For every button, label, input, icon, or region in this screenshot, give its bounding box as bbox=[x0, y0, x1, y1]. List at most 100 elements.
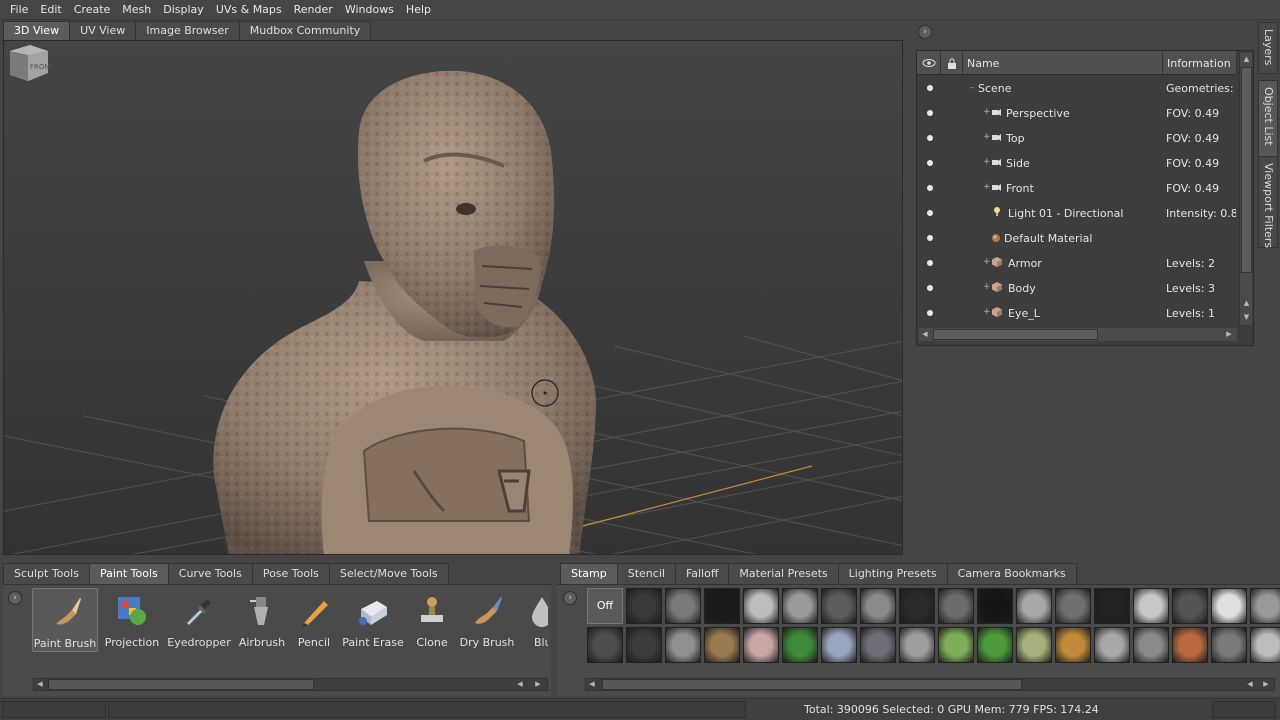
tab-material-presets[interactable]: Material Presets bbox=[728, 563, 839, 584]
stamp-tray-scrollbar[interactable]: ◀ ◀ ▶ bbox=[585, 678, 1275, 691]
scroll-down-arrow-icon[interactable]: ▼ bbox=[1240, 311, 1253, 323]
tool-dry-brush[interactable]: Dry Brush bbox=[454, 588, 520, 652]
scroll-right-arrow-icon[interactable]: ▶ bbox=[1223, 328, 1235, 341]
expand-icon[interactable]: + bbox=[983, 157, 991, 167]
stamp-swatch[interactable] bbox=[1094, 588, 1130, 624]
stamp-swatch[interactable] bbox=[860, 627, 896, 663]
stamp-swatch[interactable] bbox=[743, 588, 779, 624]
stamp-swatch[interactable] bbox=[626, 588, 662, 624]
menu-uvs-maps[interactable]: UVs & Maps bbox=[210, 0, 288, 20]
object-list-horizontal-scrollbar[interactable]: ◀ ▶ bbox=[919, 328, 1237, 341]
stamp-swatch[interactable] bbox=[1016, 627, 1052, 663]
stamp-swatch[interactable] bbox=[782, 588, 818, 624]
visibility-dot-icon[interactable] bbox=[927, 135, 933, 141]
tool-paint-brush[interactable]: Paint Brush bbox=[32, 588, 98, 652]
scrollbar-thumb[interactable] bbox=[602, 679, 1022, 690]
scroll-up-arrow-icon[interactable]: ▲ bbox=[1240, 297, 1253, 309]
list-item[interactable]: – Scene Geometries: 4 bbox=[917, 76, 1237, 101]
tool-projection[interactable]: Projection bbox=[99, 588, 165, 652]
list-item[interactable]: + Armor Levels: 2 bbox=[917, 251, 1237, 276]
stamp-swatch[interactable] bbox=[938, 588, 974, 624]
visibility-dot-icon[interactable] bbox=[927, 160, 933, 166]
tab-stamp[interactable]: Stamp bbox=[560, 563, 618, 584]
scrollbar-thumb[interactable] bbox=[933, 329, 1098, 340]
stamp-off-button[interactable]: Off bbox=[587, 588, 623, 624]
stamp-swatch[interactable] bbox=[1211, 627, 1247, 663]
tool-tray-scrollbar[interactable]: ◀ ◀ ▶ bbox=[33, 678, 548, 691]
menu-windows[interactable]: Windows bbox=[339, 0, 400, 20]
stamp-swatch[interactable] bbox=[1250, 627, 1280, 663]
stamp-swatch[interactable] bbox=[1211, 588, 1247, 624]
scroll-left-arrow-icon[interactable]: ◀ bbox=[34, 679, 46, 690]
stamp-swatch[interactable] bbox=[977, 627, 1013, 663]
tab-camera-bookmarks[interactable]: Camera Bookmarks bbox=[946, 563, 1077, 584]
stamp-swatch[interactable] bbox=[977, 588, 1013, 624]
list-item[interactable]: + Side FOV: 0.49 bbox=[917, 151, 1237, 176]
tab-image-browser[interactable]: Image Browser bbox=[135, 21, 240, 40]
list-item[interactable]: + Top FOV: 0.49 bbox=[917, 126, 1237, 151]
list-item[interactable]: + Body Levels: 3 bbox=[917, 276, 1237, 301]
tool-pencil[interactable]: Pencil bbox=[281, 588, 347, 652]
tab-viewport-filters[interactable]: Viewport Filters bbox=[1258, 156, 1278, 248]
menu-display[interactable]: Display bbox=[157, 0, 210, 20]
expand-icon[interactable]: + bbox=[983, 107, 991, 117]
stamp-swatch[interactable] bbox=[626, 627, 662, 663]
tool-blur[interactable]: Blu bbox=[518, 588, 548, 652]
scroll-up-arrow-icon[interactable]: ▲ bbox=[1240, 53, 1253, 65]
expand-icon[interactable]: + bbox=[983, 307, 991, 317]
visibility-dot-icon[interactable] bbox=[927, 185, 933, 191]
stamp-swatch[interactable] bbox=[1016, 588, 1052, 624]
stamp-swatch[interactable] bbox=[704, 627, 740, 663]
column-information-header[interactable]: Information bbox=[1163, 51, 1237, 75]
scroll-right-arrow-icon[interactable]: ▶ bbox=[1260, 679, 1272, 690]
stamp-swatch[interactable] bbox=[899, 627, 935, 663]
expand-icon[interactable]: + bbox=[983, 132, 991, 142]
visibility-dot-icon[interactable] bbox=[927, 260, 933, 266]
tray-options-button[interactable]: › bbox=[8, 591, 22, 605]
stamp-swatch[interactable] bbox=[743, 627, 779, 663]
object-list-vertical-scrollbar[interactable]: ▲ ▲ ▼ bbox=[1239, 53, 1252, 325]
stamp-swatch[interactable] bbox=[1055, 627, 1091, 663]
visibility-dot-icon[interactable] bbox=[927, 235, 933, 241]
menu-render[interactable]: Render bbox=[288, 0, 339, 20]
collapse-icon[interactable]: – bbox=[970, 83, 975, 93]
list-item[interactable]: + Perspective FOV: 0.49 bbox=[917, 101, 1237, 126]
scrollbar-thumb[interactable] bbox=[1241, 67, 1252, 273]
scroll-right-arrow-icon[interactable]: ▶ bbox=[532, 679, 544, 690]
stamp-swatch[interactable] bbox=[1133, 588, 1169, 624]
column-name-header[interactable]: Name bbox=[963, 51, 1163, 75]
tool-eyedropper[interactable]: Eyedropper bbox=[166, 588, 232, 652]
tab-select-move-tools[interactable]: Select/Move Tools bbox=[328, 563, 449, 584]
list-item[interactable]: Default Material bbox=[917, 226, 1237, 251]
stamp-swatch[interactable] bbox=[860, 588, 896, 624]
tab-stencil[interactable]: Stencil bbox=[616, 563, 676, 584]
menu-help[interactable]: Help bbox=[400, 0, 437, 20]
tab-paint-tools[interactable]: Paint Tools bbox=[88, 563, 169, 584]
stamp-swatch[interactable] bbox=[782, 627, 818, 663]
stamp-swatch[interactable] bbox=[665, 627, 701, 663]
menu-file[interactable]: File bbox=[4, 0, 34, 20]
visibility-dot-icon[interactable] bbox=[927, 310, 933, 316]
tab-pose-tools[interactable]: Pose Tools bbox=[251, 563, 330, 584]
list-item[interactable]: Light 01 - Directional Intensity: 0.80 bbox=[917, 201, 1237, 226]
list-item[interactable]: + Front FOV: 0.49 bbox=[917, 176, 1237, 201]
scroll-left-arrow-icon[interactable]: ◀ bbox=[919, 328, 931, 341]
viewcube-icon[interactable]: FRONT bbox=[4, 41, 52, 85]
menu-mesh[interactable]: Mesh bbox=[116, 0, 157, 20]
tab-mudbox-community[interactable]: Mudbox Community bbox=[238, 21, 372, 40]
tool-paint-erase[interactable]: Paint Erase bbox=[340, 588, 406, 652]
scroll-left-arrow-icon[interactable]: ◀ bbox=[514, 679, 526, 690]
stamp-swatch[interactable] bbox=[821, 588, 857, 624]
stamp-swatch[interactable] bbox=[1250, 588, 1280, 624]
stamp-swatch[interactable] bbox=[665, 588, 701, 624]
stamp-tray-options-button[interactable]: › bbox=[563, 591, 577, 605]
visibility-dot-icon[interactable] bbox=[927, 110, 933, 116]
tab-lighting-presets[interactable]: Lighting Presets bbox=[837, 563, 948, 584]
stamp-swatch[interactable] bbox=[1094, 627, 1130, 663]
expand-icon[interactable]: + bbox=[983, 282, 991, 292]
visibility-dot-icon[interactable] bbox=[927, 210, 933, 216]
tab-sculpt-tools[interactable]: Sculpt Tools bbox=[3, 563, 90, 584]
expand-icon[interactable]: + bbox=[983, 182, 991, 192]
expand-icon[interactable]: + bbox=[983, 257, 991, 267]
tab-falloff[interactable]: Falloff bbox=[674, 563, 730, 584]
